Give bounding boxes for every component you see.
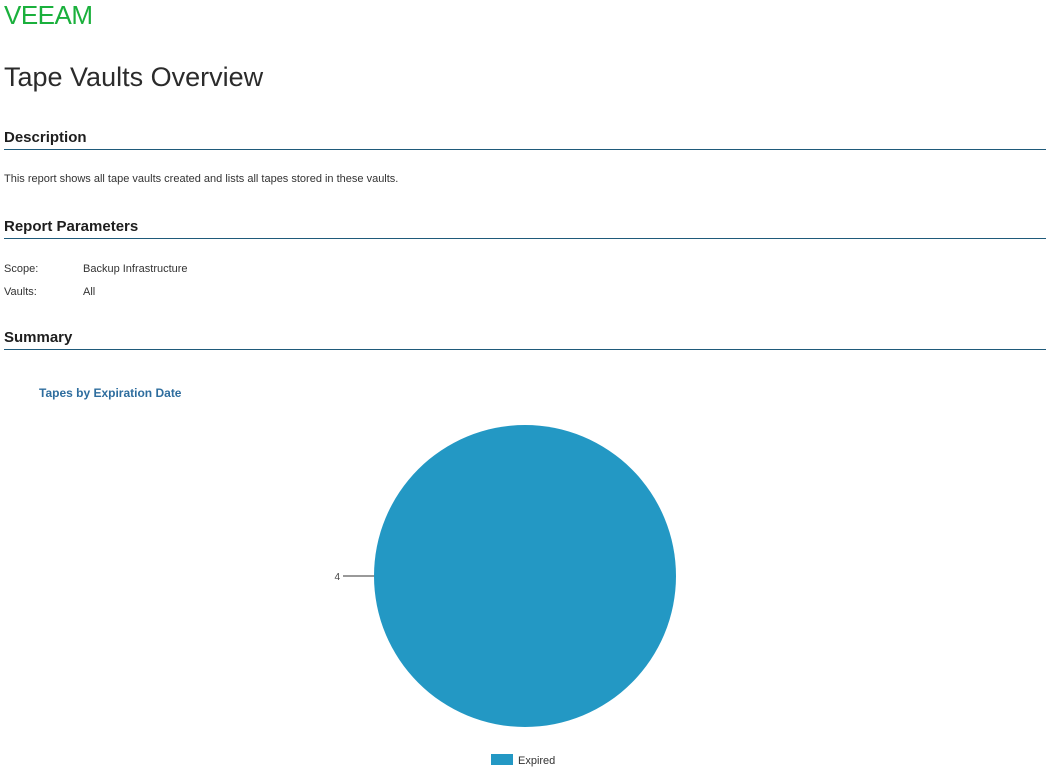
veeam-logo: VEEAM bbox=[4, 2, 93, 28]
chart-title: Tapes by Expiration Date bbox=[39, 386, 182, 400]
data-label: 4 bbox=[334, 572, 340, 583]
param-label: Vaults: bbox=[4, 286, 37, 298]
summary-heading-text: Summary bbox=[4, 329, 73, 346]
param-row-vaults: Vaults: All bbox=[4, 286, 95, 298]
veeam-logo-text: VEEAM bbox=[4, 2, 93, 28]
tapes-by-expiration-pie-chart: 4 Expired bbox=[334, 425, 676, 767]
page-title: Tape Vaults Overview bbox=[4, 62, 264, 92]
param-row-scope: Scope: Backup Infrastructure bbox=[4, 263, 188, 275]
description-heading: Description bbox=[4, 127, 1046, 150]
param-label: Scope: bbox=[4, 263, 39, 275]
description-text: This report shows all tape vaults create… bbox=[4, 173, 399, 185]
legend-swatch bbox=[491, 754, 513, 765]
report-parameters-heading-text: Report Parameters bbox=[4, 218, 139, 235]
legend-label: Expired bbox=[518, 755, 555, 767]
report-parameters-heading: Report Parameters bbox=[4, 216, 1046, 239]
description-heading-text: Description bbox=[4, 129, 87, 146]
param-value: All bbox=[83, 286, 96, 298]
summary-heading: Summary bbox=[4, 327, 1046, 350]
pie-slice-expired bbox=[374, 425, 676, 727]
param-value: Backup Infrastructure bbox=[83, 263, 188, 275]
